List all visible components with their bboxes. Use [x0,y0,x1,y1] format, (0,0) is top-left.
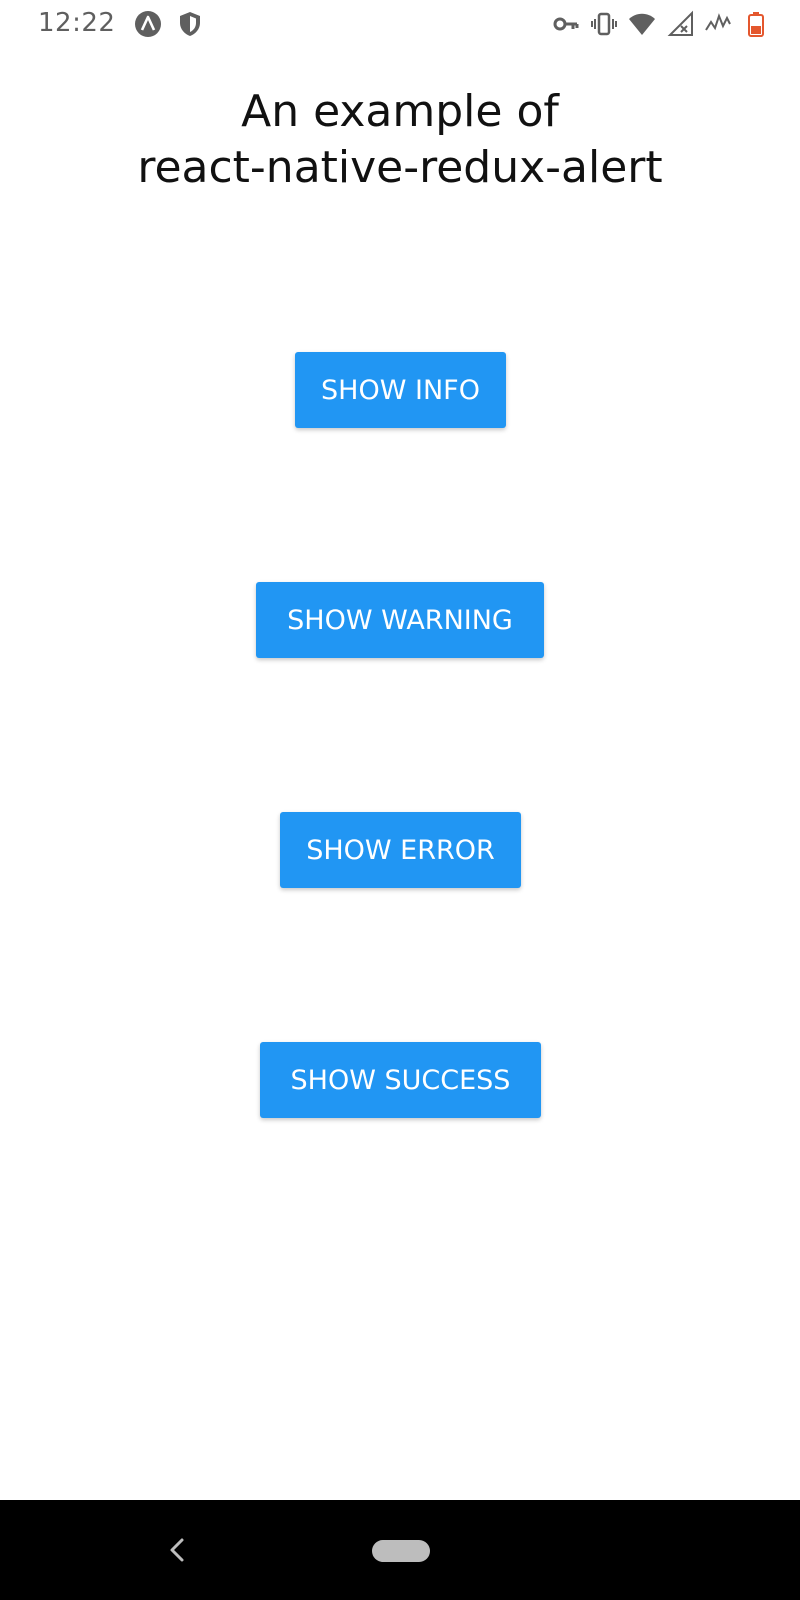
wifi-icon [628,10,656,38]
page-title-line2: react-native-redux-alert [137,142,663,193]
status-system-icons [552,10,770,38]
vibrate-icon [590,10,618,38]
home-pill-icon[interactable] [372,1540,430,1562]
page-title-line1: An example of [241,86,559,137]
status-notification-icons [134,10,204,38]
android-studio-icon [134,10,162,38]
show-error-button[interactable]: SHOW ERROR [280,812,521,888]
shield-icon [176,10,204,38]
back-icon[interactable] [162,1532,192,1568]
status-bar: 12:22 [0,0,800,52]
show-info-button[interactable]: SHOW INFO [295,352,506,428]
vpn-key-icon [552,10,580,38]
navigation-bar [0,1500,800,1600]
page-title: An example of react-native-redux-alert [0,84,800,196]
battery-icon [742,10,770,38]
no-signal-icon [666,10,694,38]
signal-icon [704,10,732,38]
show-success-button[interactable]: SHOW SUCCESS [260,1042,541,1118]
status-time: 12:22 [38,8,116,38]
show-warning-button[interactable]: SHOW WARNING [256,582,544,658]
